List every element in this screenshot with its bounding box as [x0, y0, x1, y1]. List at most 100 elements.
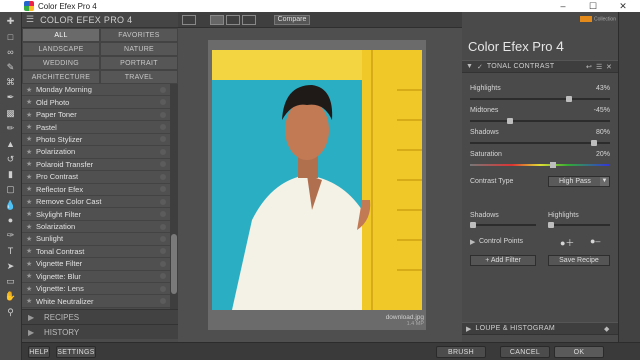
star-icon[interactable]: ★ [26, 285, 36, 293]
collapse-icon[interactable]: ▼ [466, 63, 473, 70]
gradient-icon[interactable]: ▢ [4, 184, 18, 195]
marquee-icon[interactable]: □ [4, 31, 18, 42]
menu-icon[interactable]: ☰ [596, 63, 602, 71]
highlights-slider[interactable] [470, 96, 610, 102]
tab-travel[interactable]: TRAVEL [100, 70, 178, 84]
info-icon[interactable] [160, 198, 166, 205]
heal-icon[interactable]: ▩ [4, 108, 18, 119]
single-view-icon[interactable] [210, 15, 224, 25]
side-by-side-icon[interactable] [242, 15, 256, 25]
star-icon[interactable]: ★ [26, 247, 36, 255]
info-icon[interactable] [160, 173, 166, 180]
loupe-histogram-section[interactable]: ▶ LOUPE & HISTOGRAM ◆ [462, 322, 618, 335]
path-select-icon[interactable]: ➤ [4, 261, 18, 272]
star-icon[interactable]: ★ [26, 148, 36, 156]
list-item[interactable]: ★ Reflector Efex [22, 183, 170, 196]
star-icon[interactable]: ★ [26, 98, 36, 106]
pen-icon[interactable]: ✑ [4, 230, 18, 241]
add-control-point-icon[interactable]: ●＋ [560, 236, 574, 249]
control-points-caret-icon[interactable]: ▶ [470, 238, 475, 246]
right-scrollbar[interactable] [618, 12, 640, 342]
reset-icon[interactable]: ↩ [586, 63, 592, 71]
list-item[interactable]: ★ Monday Morning [22, 84, 170, 97]
shadows-protect-slider[interactable] [470, 222, 536, 228]
star-icon[interactable]: ★ [26, 173, 36, 181]
tab-all[interactable]: ALL [22, 28, 100, 42]
list-item[interactable]: ★ Pro Contrast [22, 171, 170, 184]
crop-icon[interactable]: ⌘ [4, 77, 18, 88]
maximize-icon[interactable]: ☐ [578, 0, 608, 12]
history-section[interactable]: ▶ HISTORY [22, 324, 178, 339]
settings-button[interactable]: SETTINGS [56, 346, 96, 358]
dodge-icon[interactable]: ● [4, 215, 18, 226]
info-icon[interactable] [160, 99, 166, 106]
lasso-icon[interactable]: ∞ [4, 47, 18, 58]
star-icon[interactable]: ★ [26, 210, 36, 218]
info-icon[interactable] [160, 248, 166, 255]
star-icon[interactable]: ★ [26, 272, 36, 280]
list-item[interactable]: ★ Vignette: Lens [22, 283, 170, 296]
checkmark-icon[interactable]: ✓ [477, 63, 483, 71]
menu-icon[interactable]: ☰ [26, 14, 34, 25]
info-icon[interactable] [160, 235, 166, 242]
slider-knob[interactable] [550, 162, 557, 168]
list-item[interactable]: ★ Vignette: Blur [22, 270, 170, 283]
slider-knob[interactable] [548, 222, 554, 228]
cancel-button[interactable]: CANCEL [500, 346, 550, 358]
ok-button[interactable]: OK [554, 346, 604, 358]
tab-landscape[interactable]: LANDSCAPE [22, 42, 100, 56]
info-icon[interactable] [160, 298, 166, 305]
hand-icon[interactable]: ✋ [4, 291, 18, 302]
list-item[interactable]: ★ White Neutralizer [22, 295, 170, 308]
saturation-slider[interactable] [470, 162, 610, 168]
tab-wedding[interactable]: WEDDING [22, 56, 100, 70]
zoom-icon[interactable]: ⚲ [4, 307, 18, 318]
pin-icon[interactable]: ◆ [604, 325, 609, 333]
list-item[interactable]: ★ Remove Color Cast [22, 195, 170, 209]
image-icon[interactable] [182, 15, 196, 25]
preview-image[interactable] [212, 50, 422, 310]
filter-list-scrollbar[interactable] [170, 84, 178, 320]
info-icon[interactable] [160, 223, 166, 230]
star-icon[interactable]: ★ [26, 297, 36, 305]
info-icon[interactable] [160, 273, 166, 280]
remove-icon[interactable]: ✕ [606, 63, 612, 71]
shape-icon[interactable]: ▭ [4, 276, 18, 287]
slider-knob[interactable] [506, 118, 513, 124]
shadows-slider[interactable] [470, 140, 610, 146]
stamp-icon[interactable]: ▲ [4, 138, 18, 149]
brush-icon[interactable]: ✏ [4, 123, 18, 134]
info-icon[interactable] [160, 186, 166, 193]
contrast-type-select[interactable]: High Pass ▼ [548, 176, 610, 187]
brush-button[interactable]: BRUSH [436, 346, 486, 358]
list-item[interactable]: ★ Vignette Filter [22, 258, 170, 271]
star-icon[interactable]: ★ [26, 160, 36, 168]
tab-nature[interactable]: NATURE [100, 42, 178, 56]
star-icon[interactable]: ★ [26, 223, 36, 231]
midtones-slider[interactable] [470, 118, 610, 124]
close-icon[interactable]: ✕ [608, 0, 638, 12]
list-item[interactable]: ★ Skylight Filter [22, 208, 170, 221]
eraser-icon[interactable]: ▮ [4, 169, 18, 180]
tab-portrait[interactable]: PORTRAIT [100, 56, 178, 70]
list-item[interactable]: ★ Photo Stylizer [22, 133, 170, 147]
minimize-icon[interactable]: – [548, 0, 578, 12]
eyedropper-icon[interactable]: ✒ [4, 92, 18, 103]
list-item[interactable]: ★ Pastel [22, 121, 170, 134]
save-recipe-button[interactable]: Save Recipe [548, 255, 610, 266]
list-item[interactable]: ★ Solarization [22, 220, 170, 234]
info-icon[interactable] [160, 260, 166, 267]
info-icon[interactable] [160, 285, 166, 292]
list-item[interactable]: ★ Paper Toner [22, 108, 170, 122]
history-brush-icon[interactable]: ↺ [4, 154, 18, 165]
slider-knob[interactable] [590, 140, 597, 146]
quick-select-icon[interactable]: ✎ [4, 62, 18, 73]
star-icon[interactable]: ★ [26, 135, 36, 143]
list-item[interactable]: ★ Tonal Contrast [22, 245, 170, 259]
info-icon[interactable] [160, 161, 166, 168]
slider-knob[interactable] [565, 96, 572, 102]
list-item[interactable]: ★ Sunlight [22, 233, 170, 246]
type-icon[interactable]: T [4, 245, 18, 256]
info-icon[interactable] [160, 111, 166, 118]
list-item[interactable]: ★ Polaroid Transfer [22, 158, 170, 172]
